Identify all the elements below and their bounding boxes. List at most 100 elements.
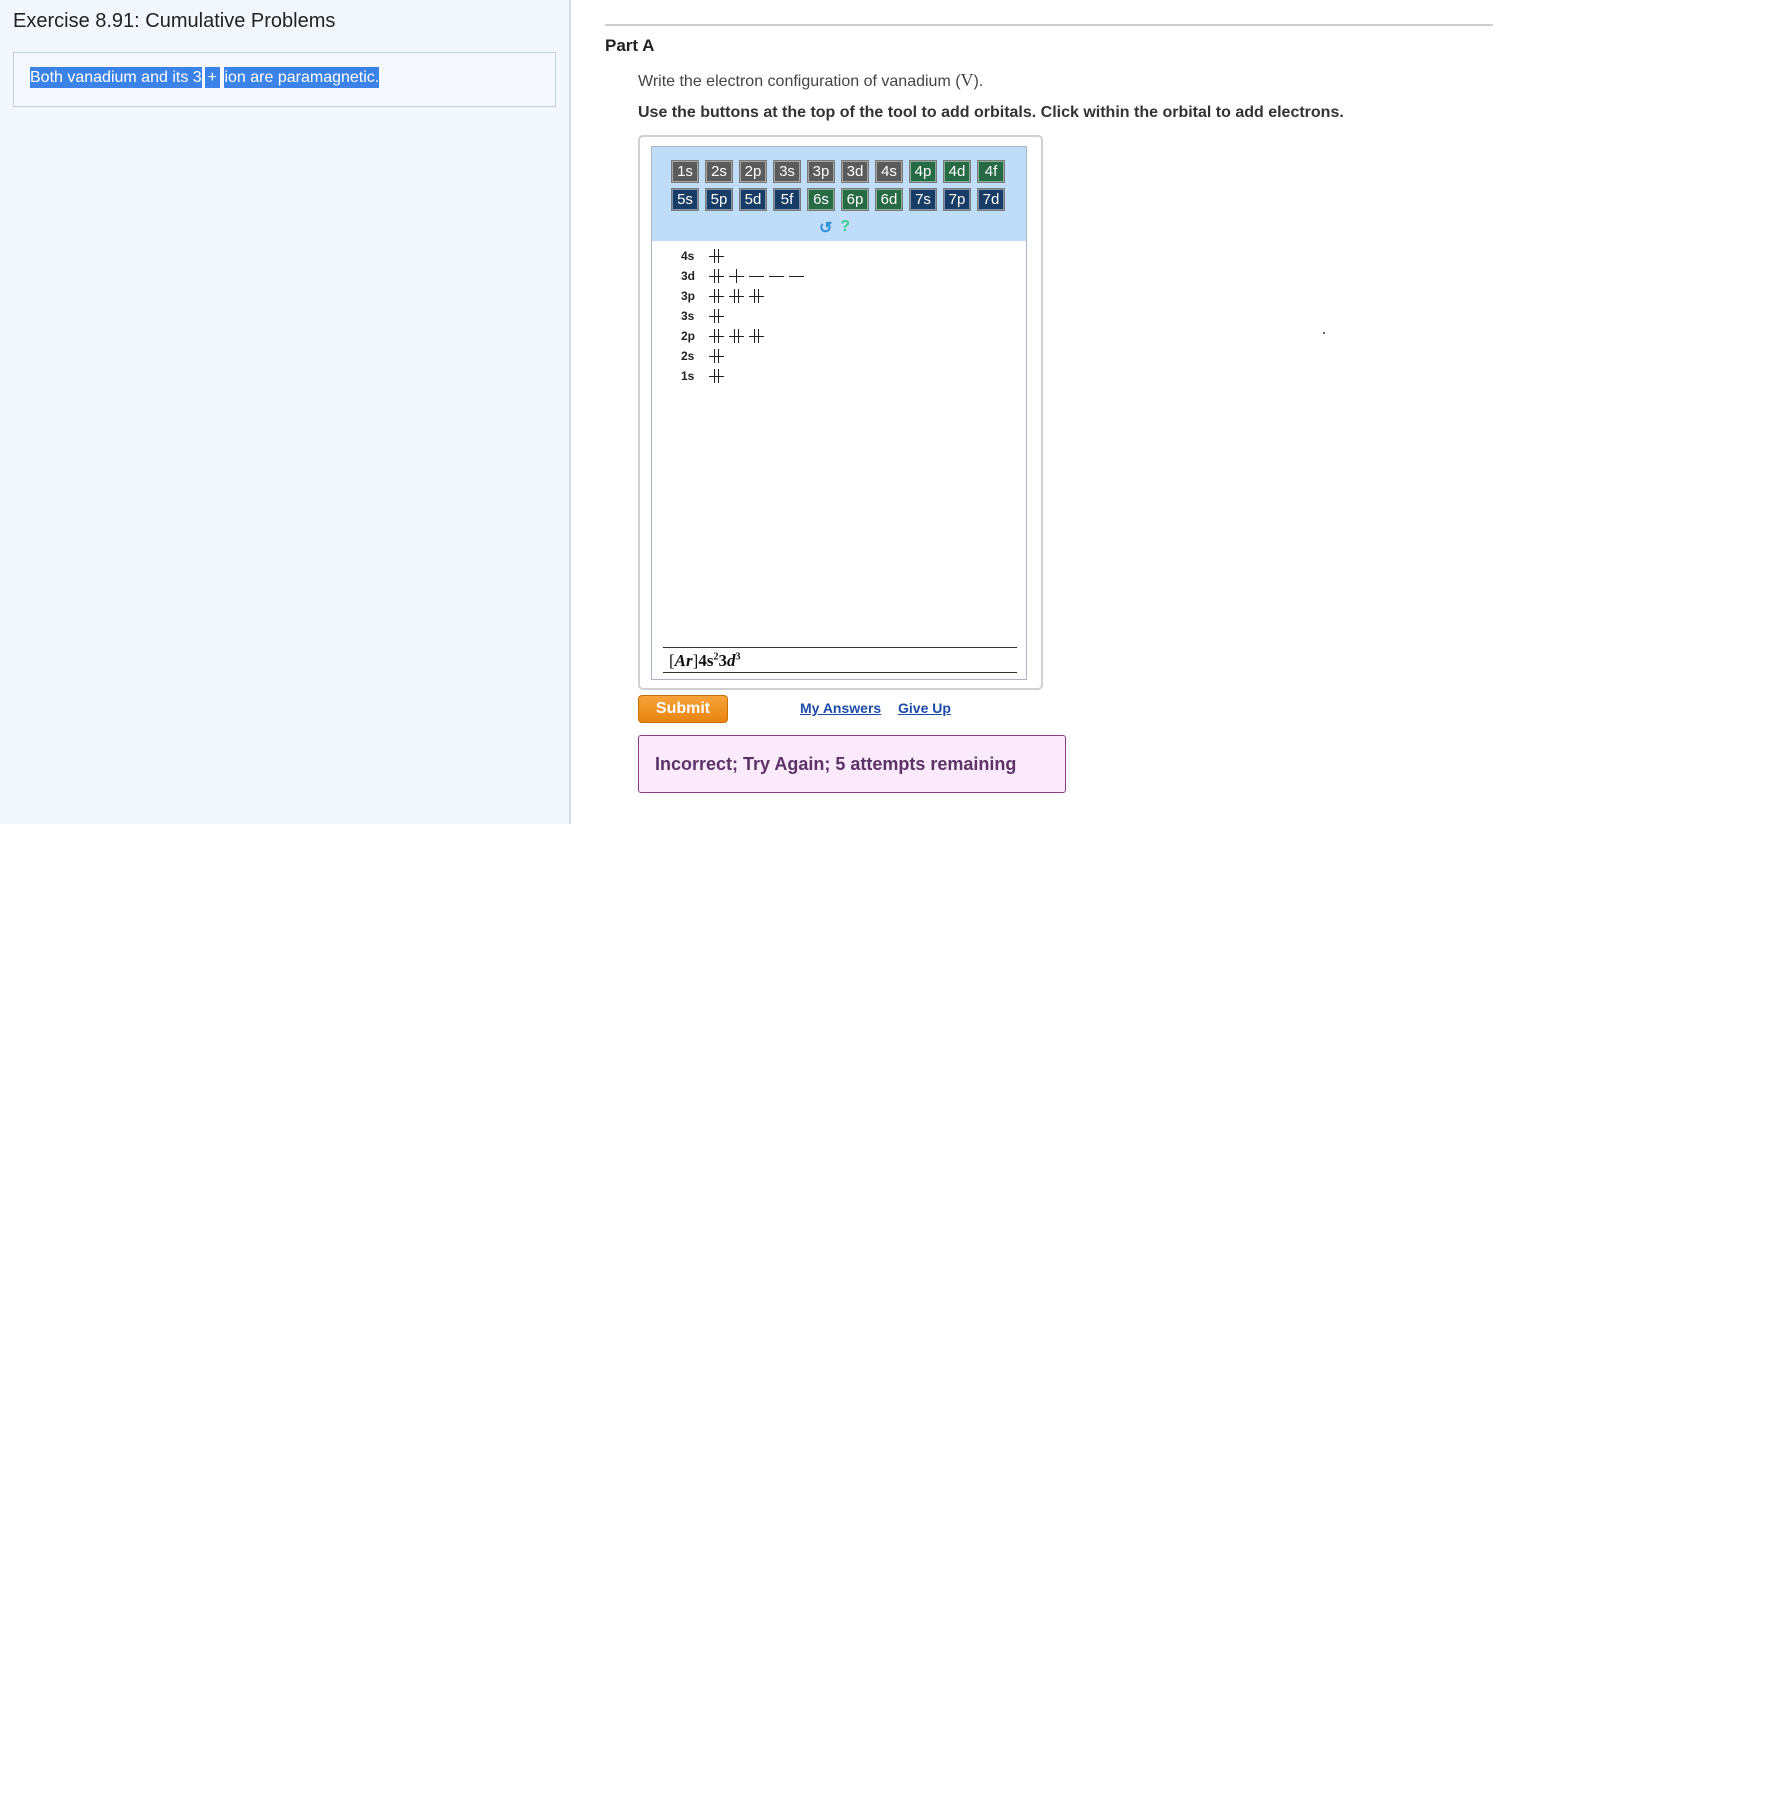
orbital-slot[interactable] — [768, 268, 785, 284]
electron-arrow — [754, 329, 755, 343]
electron-arrow — [758, 329, 759, 343]
give-up-link[interactable]: Give Up — [898, 700, 951, 716]
part-divider — [605, 24, 1493, 26]
orbital-slot[interactable] — [708, 328, 725, 344]
electron-arrow — [758, 289, 759, 303]
orbital-diagram: 4s 3d 3p 3s 2p 2s 1s — [681, 246, 805, 386]
electron-arrow — [718, 369, 719, 383]
orbital-slot[interactable] — [708, 248, 725, 264]
orbital-button-5p[interactable]: 5p — [705, 188, 733, 211]
problem-statement-box: Both vanadium and its 3 + ion are paramag… — [13, 52, 556, 107]
electron-arrow — [714, 289, 715, 303]
orbital-slot[interactable] — [728, 328, 745, 344]
configuration-answer: [Ar]4s23d3 — [669, 651, 741, 670]
electron-arrow — [718, 309, 719, 323]
orbital-row-2p: 2p — [681, 326, 805, 346]
orbital-button-2p[interactable]: 2p — [739, 160, 767, 183]
electron-arrow — [714, 349, 715, 363]
orbital-button-5f[interactable]: 5f — [773, 188, 801, 211]
orbital-button-2s[interactable]: 2s — [705, 160, 733, 183]
orbital-button-4f[interactable]: 4f — [977, 160, 1005, 183]
electron-arrow — [714, 329, 715, 343]
electron-arrow — [714, 369, 715, 383]
part-label: Part A — [605, 36, 655, 55]
orbital-button-row-2: 5s 5p 5d 5f 6s 6p 6d 7s 7p 7d — [671, 188, 1005, 211]
orbital-button-6p[interactable]: 6p — [841, 188, 869, 211]
help-icon[interactable]: ? — [840, 218, 850, 238]
orbital-button-3d[interactable]: 3d — [841, 160, 869, 183]
orbital-button-4p[interactable]: 4p — [909, 160, 937, 183]
orbital-button-4s[interactable]: 4s — [875, 160, 903, 183]
orbital-slot[interactable] — [708, 308, 725, 324]
orbital-button-3p[interactable]: 3p — [807, 160, 835, 183]
orbital-button-5s[interactable]: 5s — [671, 188, 699, 211]
orbital-label: 2s — [681, 349, 695, 363]
orbital-slot[interactable] — [708, 268, 725, 284]
orbital-slot[interactable] — [748, 328, 765, 344]
electron-arrow — [738, 329, 739, 343]
electron-arrow — [714, 269, 715, 283]
electron-arrow — [718, 329, 719, 343]
answer-core: Ar — [674, 651, 693, 670]
orbital-button-7p[interactable]: 7p — [943, 188, 971, 211]
orbital-button-7d[interactable]: 7d — [977, 188, 1005, 211]
orbital-label: 3d — [681, 269, 696, 283]
statement-text-2: ion are paramagnetic. — [224, 67, 380, 88]
orbital-slot[interactable] — [728, 268, 745, 284]
electron-arrow — [718, 269, 719, 283]
electron-arrow — [754, 289, 755, 303]
orbital-slot[interactable] — [748, 268, 765, 284]
electron-arrow — [734, 329, 735, 343]
my-answers-link[interactable]: My Answers — [800, 700, 881, 716]
orbital-tool-canvas: 1s 2s 2p 3s 3p 3d 4s 4p 4d 4f 5s 5p 5d 5f 6s 6p 6d 7s 7p 7… — [651, 146, 1027, 680]
orbital-label: 3p — [681, 289, 696, 303]
orbital-row-2s: 2s — [681, 346, 805, 366]
tool-icons: ↺ ? — [819, 218, 850, 238]
electron-arrow — [718, 349, 719, 363]
orbital-slot[interactable] — [748, 288, 765, 304]
orbital-button-6s[interactable]: 6s — [807, 188, 835, 211]
orbital-slot[interactable] — [708, 348, 725, 364]
electron-arrow — [734, 289, 735, 303]
prompt-suffix: ). — [973, 73, 984, 90]
prompt-prefix: Write the electron configuration of vana… — [638, 73, 961, 90]
orbital-tool: 1s 2s 2p 3s 3p 3d 4s 4p 4d 4f 5s 5p 5d 5f 6s 6p 6d 7s 7p 7… — [638, 135, 1043, 690]
orbital-slot[interactable] — [708, 288, 725, 304]
answer-divider-bottom — [663, 672, 1017, 673]
orbital-button-3s[interactable]: 3s — [773, 160, 801, 183]
orbital-slot[interactable] — [788, 268, 805, 284]
exercise-title: Exercise 8.91: Cumulative Problems — [13, 10, 336, 32]
statement-text-1: Both vanadium and its 3 — [30, 67, 202, 88]
problem-statement[interactable]: Both vanadium and its 3 + ion are paramag… — [30, 67, 380, 88]
orbital-button-1s[interactable]: 1s — [671, 160, 699, 183]
element-symbol: V — [960, 70, 974, 90]
orbital-row-3s: 3s — [681, 306, 805, 326]
electron-arrow — [736, 269, 737, 283]
statement-charge: + — [204, 67, 221, 88]
orbital-slot[interactable] — [728, 288, 745, 304]
answer-divider-top — [663, 647, 1017, 648]
orbital-toolbar: 1s 2s 2p 3s 3p 3d 4s 4p 4d 4f 5s 5p 5d 5f 6s 6p 6d 7s 7p 7… — [652, 147, 1026, 241]
electron-arrow — [714, 249, 715, 263]
orbital-row-3d: 3d — [681, 266, 805, 286]
orbital-slot[interactable] — [708, 368, 725, 384]
electron-arrow — [738, 289, 739, 303]
answer-exp-2: 3 — [735, 651, 741, 663]
orbital-label: 2p — [681, 329, 696, 343]
orbital-button-4d[interactable]: 4d — [943, 160, 971, 183]
orbital-label: 4s — [681, 249, 695, 263]
submit-button[interactable]: Submit — [638, 695, 728, 723]
orbital-button-row-1: 1s 2s 2p 3s 3p 3d 4s 4p 4d 4f — [671, 160, 1005, 183]
orbital-button-7s[interactable]: 7s — [909, 188, 937, 211]
orbital-row-4s: 4s — [681, 246, 805, 266]
orbital-button-6d[interactable]: 6d — [875, 188, 903, 211]
feedback-message: Incorrect; Try Again; 5 attempts remaini… — [655, 754, 1017, 774]
orbital-label: 1s — [681, 369, 695, 383]
undo-icon[interactable]: ↺ — [819, 218, 832, 238]
orbital-row-1s: 1s — [681, 366, 805, 386]
electron-arrow — [718, 289, 719, 303]
answer-term-1: 4s — [698, 651, 714, 670]
tool-instruction: Use the buttons at the top of the tool t… — [638, 104, 1344, 121]
problem-panel: Exercise 8.91: Cumulative Problems Both … — [0, 0, 571, 824]
orbital-button-5d[interactable]: 5d — [739, 188, 767, 211]
